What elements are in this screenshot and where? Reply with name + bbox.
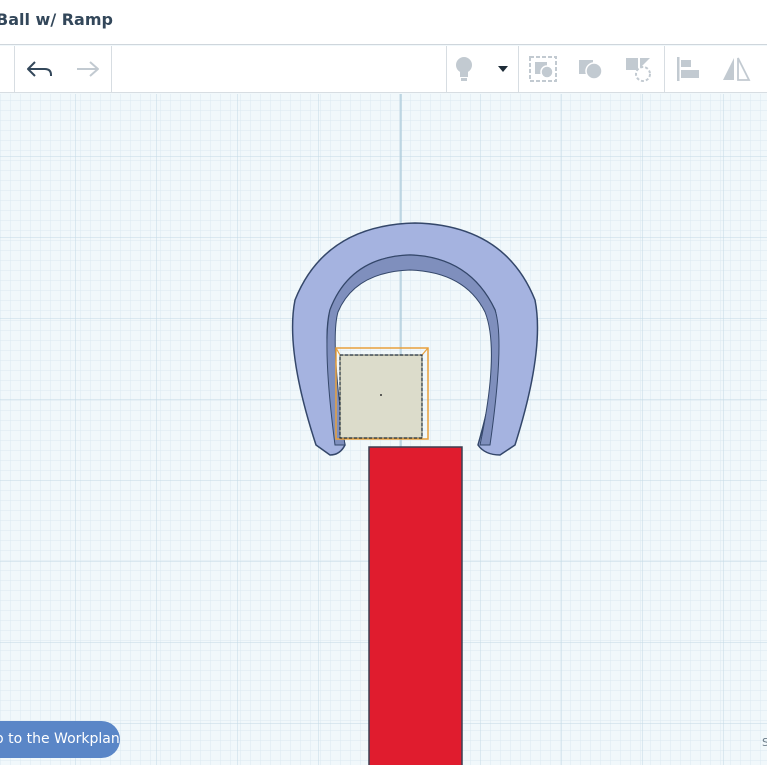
hole-button[interactable] xyxy=(622,54,654,84)
toolbar-divider xyxy=(518,46,519,92)
mirror-button[interactable] xyxy=(720,54,752,84)
redo-icon xyxy=(77,61,99,77)
lightbulb-icon xyxy=(456,57,472,81)
drop-to-workplane-button[interactable]: Drop to the Workplane xyxy=(0,721,120,758)
corner-text: S xyxy=(762,736,767,749)
undo-icon xyxy=(27,61,52,77)
selected-box-shape[interactable] xyxy=(335,347,429,440)
group-icon xyxy=(529,56,557,82)
toolbar-divider xyxy=(14,46,15,92)
light-button[interactable] xyxy=(449,54,481,84)
solid-button[interactable] xyxy=(575,54,607,84)
project-title[interactable]: Ball w/ Ramp xyxy=(0,10,113,29)
toolbar-divider xyxy=(664,46,665,92)
group-button[interactable] xyxy=(527,54,559,84)
undo-button[interactable] xyxy=(24,54,56,84)
toolbar-divider xyxy=(111,46,112,92)
hole-shape-icon xyxy=(626,58,651,82)
align-icon xyxy=(677,57,699,81)
solid-shape-icon xyxy=(579,60,603,80)
title-bar: Ball w/ Ramp xyxy=(0,0,767,45)
light-dropdown-button[interactable] xyxy=(488,54,518,84)
toolbar xyxy=(0,46,767,93)
mirror-icon xyxy=(723,57,751,81)
redo-button[interactable] xyxy=(71,54,103,84)
toolbar-divider xyxy=(446,46,447,92)
align-button[interactable] xyxy=(673,54,705,84)
workplane-canvas[interactable] xyxy=(0,94,767,765)
red-block-shape[interactable] xyxy=(368,446,463,765)
caret-down-icon xyxy=(498,66,508,72)
